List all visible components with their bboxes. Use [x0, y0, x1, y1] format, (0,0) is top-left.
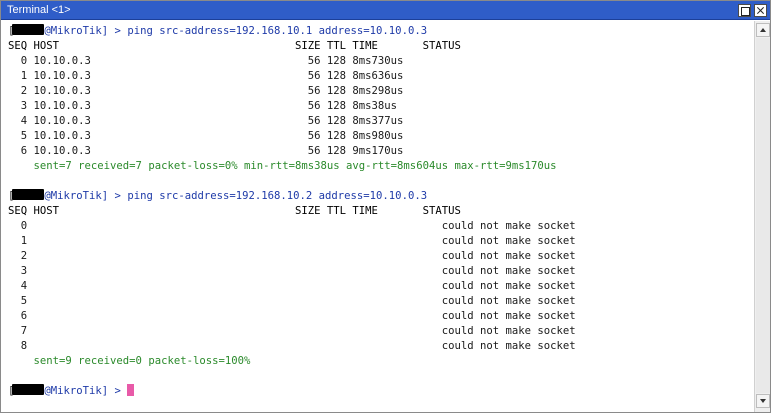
- redacted-user: [12, 24, 45, 35]
- vertical-scrollbar[interactable]: [754, 21, 770, 412]
- ping-summary: sent=9 received=0 packet-loss=100%: [8, 355, 251, 367]
- title-bar[interactable]: Terminal <1>: [1, 1, 770, 20]
- terminal-output[interactable]: [@MikroTik] > ping src-address=192.168.1…: [2, 21, 754, 412]
- table-row: 2 10.10.0.3 56 128 8ms298us: [8, 85, 404, 97]
- table-row: 6 10.10.0.3 56 128 9ms170us: [8, 145, 404, 157]
- text-cursor[interactable]: [127, 384, 135, 396]
- command-line-3[interactable]: [@MikroTik] >: [8, 384, 135, 399]
- table-row: 4 could not make socket: [8, 280, 576, 292]
- command-line-2: [@MikroTik] > ping src-address=192.168.1…: [8, 189, 427, 204]
- table-row: 3 10.10.0.3 56 128 8ms38us: [8, 100, 398, 112]
- redacted-user: [12, 384, 45, 395]
- table-row: 3 could not make socket: [8, 265, 576, 277]
- table-row: 0 could not make socket: [8, 220, 576, 232]
- scroll-up-icon[interactable]: [756, 23, 770, 37]
- table-row: 4 10.10.0.3 56 128 8ms377us: [8, 115, 404, 127]
- prompt-host: @MikroTik] >: [44, 190, 128, 202]
- table-row: 2 could not make socket: [8, 250, 576, 262]
- table-row: 5 could not make socket: [8, 295, 576, 307]
- table-header: SEQ HOST SIZE TTL TIME STATUS: [8, 205, 461, 217]
- restore-icon[interactable]: [738, 4, 751, 17]
- close-icon[interactable]: [754, 4, 767, 17]
- table-row: 7 could not make socket: [8, 325, 576, 337]
- table-row: 6 could not make socket: [8, 310, 576, 322]
- window-title: Terminal <1>: [7, 4, 71, 16]
- ping-command: ping src-address=192.168.10.2 address=10…: [127, 190, 428, 202]
- table-header: SEQ HOST SIZE TTL TIME STATUS: [8, 40, 461, 52]
- prompt-host: @MikroTik] >: [44, 385, 128, 397]
- table-row: 0 10.10.0.3 56 128 8ms730us: [8, 55, 404, 67]
- ping-command: ping src-address=192.168.10.1 address=10…: [127, 25, 428, 37]
- table-row: 1 10.10.0.3 56 128 8ms636us: [8, 70, 404, 82]
- scroll-track[interactable]: [756, 38, 770, 393]
- command-line-1: [@MikroTik] > ping src-address=192.168.1…: [8, 24, 427, 39]
- table-row: 5 10.10.0.3 56 128 8ms980us: [8, 130, 404, 142]
- terminal-window: Terminal <1> [@MikroTik] > ping src-addr…: [0, 0, 771, 413]
- table-row: 1 could not make socket: [8, 235, 576, 247]
- ping-summary: sent=7 received=7 packet-loss=0% min-rtt…: [8, 160, 557, 172]
- prompt-host: @MikroTik] >: [44, 25, 128, 37]
- redacted-user: [12, 189, 45, 200]
- table-row: 8 could not make socket: [8, 340, 576, 352]
- scroll-down-icon[interactable]: [756, 394, 770, 408]
